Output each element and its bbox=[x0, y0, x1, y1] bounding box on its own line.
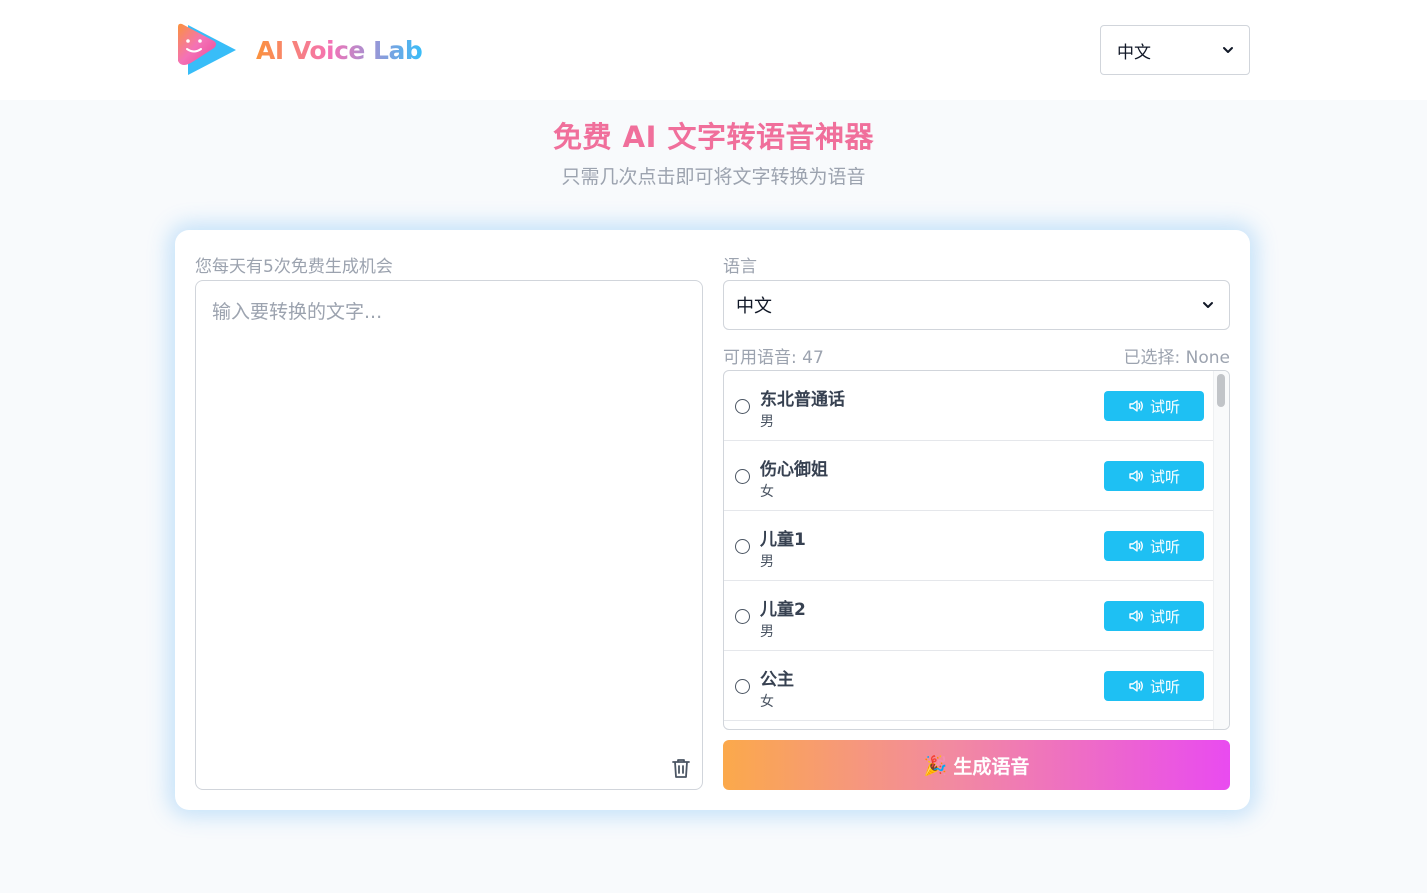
chevron-down-icon bbox=[1203, 302, 1213, 308]
voice-item[interactable]: 儿童1 男 试听 bbox=[724, 511, 1214, 581]
voice-radio[interactable] bbox=[735, 609, 750, 624]
preview-button[interactable]: 试听 bbox=[1104, 601, 1204, 631]
preview-button[interactable]: 试听 bbox=[1104, 671, 1204, 701]
voice-item[interactable]: 儿童2 男 试听 bbox=[724, 581, 1214, 651]
voice-gender: 女 bbox=[760, 694, 774, 710]
speaker-icon bbox=[1129, 470, 1143, 482]
page-title: 免费 AI 文字转语音神器 bbox=[553, 120, 874, 154]
voice-name: 公主 bbox=[760, 670, 794, 690]
voice-list-scrollbar[interactable] bbox=[1213, 371, 1229, 729]
preview-button[interactable]: 试听 bbox=[1104, 531, 1204, 561]
voice-item[interactable]: 东北普通话 男 试听 bbox=[724, 371, 1214, 441]
preview-button[interactable]: 试听 bbox=[1104, 461, 1204, 491]
top-bar: AI Voice Lab 中文 bbox=[0, 0, 1427, 100]
site-language-select[interactable]: 中文 bbox=[1100, 25, 1250, 75]
generate-button[interactable]: 🎉 生成语音 bbox=[723, 740, 1230, 790]
voice-name: 伤心御姐 bbox=[760, 460, 828, 480]
speaker-icon bbox=[1129, 400, 1143, 412]
voice-gender: 男 bbox=[760, 414, 774, 430]
logo-play-icon bbox=[178, 23, 236, 75]
preview-label: 试听 bbox=[1149, 677, 1180, 696]
voice-list[interactable]: 东北普通话 男 试听 伤心御姐 女 试听 儿童1 男 试听 儿童2 男 试听 公… bbox=[723, 370, 1230, 730]
voice-gender: 男 bbox=[760, 554, 774, 570]
tts-card: 您每天有5次免费生成机会 语言 中文 可用语音: 47 已选择: None 东北… bbox=[175, 230, 1250, 810]
voice-language-value: 中文 bbox=[736, 296, 772, 317]
preview-button[interactable]: 试听 bbox=[1104, 391, 1204, 421]
voice-name: 东北普通话 bbox=[760, 390, 845, 410]
speaker-icon bbox=[1129, 610, 1143, 622]
voice-radio[interactable] bbox=[735, 539, 750, 554]
generate-label: 生成语音 bbox=[953, 755, 1030, 778]
voice-gender: 男 bbox=[760, 624, 774, 640]
preview-label: 试听 bbox=[1149, 467, 1180, 486]
party-icon: 🎉 bbox=[923, 754, 948, 777]
quota-label: 您每天有5次免费生成机会 bbox=[195, 257, 393, 277]
preview-label: 试听 bbox=[1149, 537, 1180, 556]
trash-icon[interactable] bbox=[669, 756, 693, 780]
chevron-down-icon bbox=[1223, 47, 1233, 53]
language-label: 语言 bbox=[723, 257, 757, 277]
preview-label: 试听 bbox=[1149, 397, 1180, 416]
voice-name: 儿童2 bbox=[760, 600, 806, 620]
voice-radio[interactable] bbox=[735, 679, 750, 694]
speaker-icon bbox=[1129, 540, 1143, 552]
selected-voice-status: 已选择: None bbox=[1123, 348, 1230, 368]
voice-name: 儿童1 bbox=[760, 530, 806, 550]
voice-language-select[interactable]: 中文 bbox=[723, 280, 1230, 330]
voice-gender: 女 bbox=[760, 484, 774, 500]
text-input[interactable] bbox=[195, 280, 703, 790]
voice-radio[interactable] bbox=[735, 469, 750, 484]
available-voices-count: 可用语音: 47 bbox=[723, 348, 824, 368]
logo[interactable]: AI Voice Lab bbox=[174, 21, 423, 79]
voice-item[interactable]: 伤心御姐 女 试听 bbox=[724, 441, 1214, 511]
logo-text: AI Voice Lab bbox=[256, 35, 423, 65]
preview-label: 试听 bbox=[1149, 607, 1180, 626]
site-language-value: 中文 bbox=[1117, 42, 1151, 63]
voice-item[interactable]: 公主 女 试听 bbox=[724, 651, 1214, 721]
page-subtitle: 只需几次点击即可将文字转换为语音 bbox=[561, 166, 866, 188]
speaker-icon bbox=[1129, 680, 1143, 692]
scrollbar-thumb[interactable] bbox=[1217, 374, 1225, 407]
voice-radio[interactable] bbox=[735, 399, 750, 414]
